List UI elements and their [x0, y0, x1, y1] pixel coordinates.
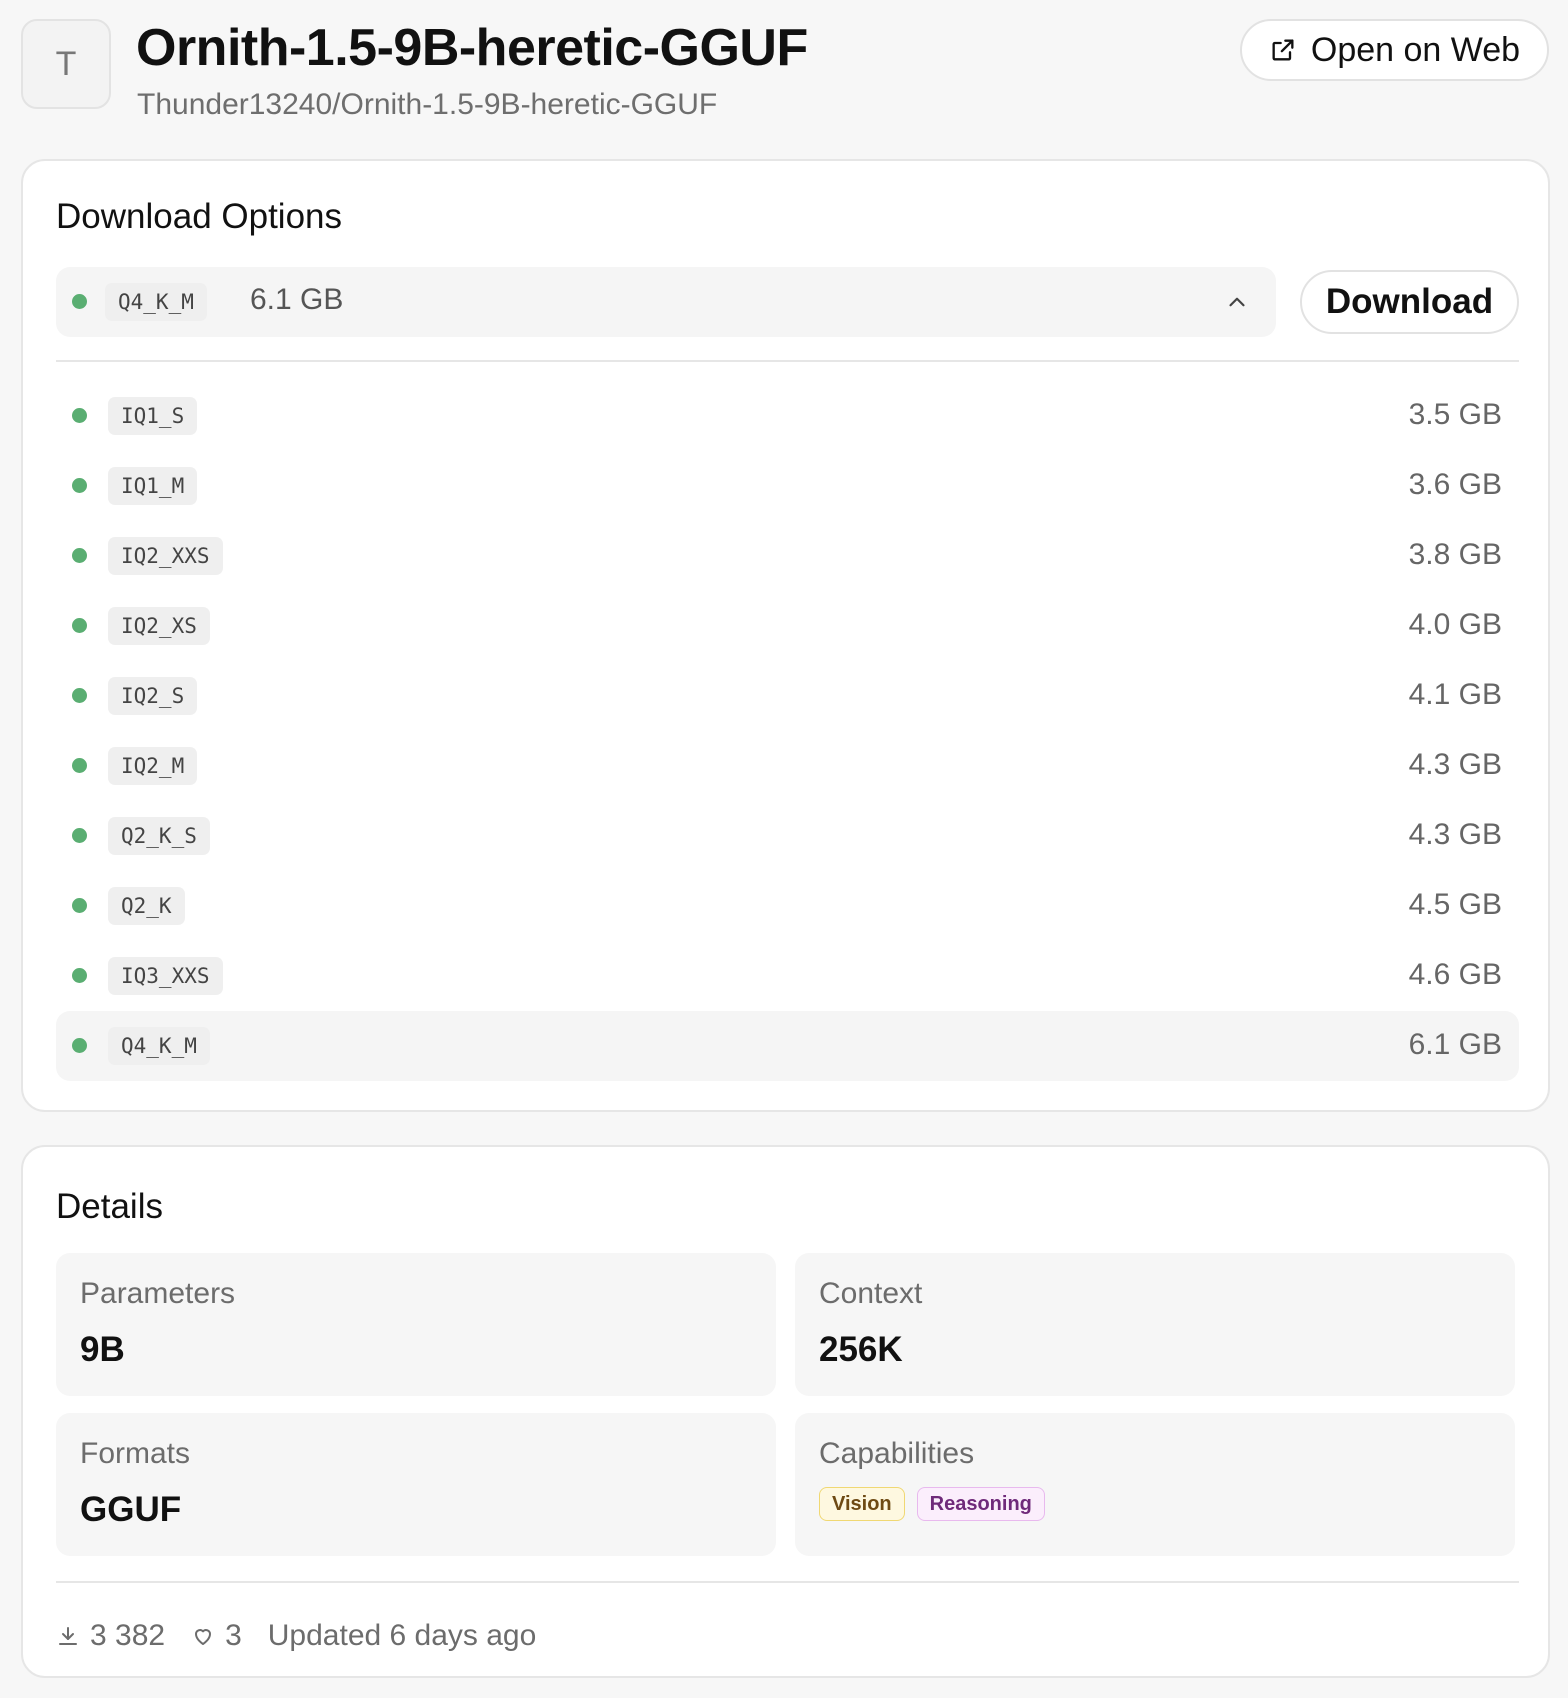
status-dot	[72, 618, 87, 633]
parameters-label: Parameters	[80, 1277, 236, 1310]
status-dot	[72, 1038, 87, 1053]
model-avatar: T	[21, 19, 111, 109]
quant-option[interactable]: IQ2_XXS 3.8 GB	[56, 521, 1519, 591]
download-count: 3 382	[90, 1619, 166, 1652]
quant-option[interactable]: IQ1_M 3.6 GB	[56, 451, 1519, 521]
status-dot	[72, 548, 87, 563]
divider	[56, 1581, 1519, 1583]
capabilities-label: Capabilities	[819, 1437, 975, 1470]
page-title: Ornith-1.5-9B-heretic-GGUF	[136, 19, 808, 77]
status-dot	[72, 758, 87, 773]
quant-tag: IQ2_M	[108, 747, 198, 785]
quant-option-selected[interactable]: Q4_K_M 6.1 GB	[56, 1011, 1519, 1081]
quant-option[interactable]: IQ2_XS 4.0 GB	[56, 591, 1519, 661]
reasoning-badge: Reasoning	[916, 1487, 1045, 1521]
formats-box: Formats GGUF	[56, 1413, 776, 1556]
stats-footer: 3 382 3 Updated 6 days ago	[56, 1619, 536, 1653]
quant-tag: Q2_K	[108, 887, 185, 925]
capabilities-box: Capabilities Vision Reasoning	[795, 1413, 1515, 1556]
download-icon	[59, 1627, 77, 1645]
quant-size: 3.6 GB	[1408, 468, 1502, 501]
quant-size: 3.5 GB	[1408, 398, 1502, 431]
selected-quant-tag: Q4_K_M	[105, 283, 207, 321]
quant-option[interactable]: IQ2_M 4.3 GB	[56, 731, 1519, 801]
quant-option[interactable]: IQ3_XXS 4.6 GB	[56, 941, 1519, 1011]
status-dot	[72, 408, 87, 423]
parameters-value: 9B	[80, 1330, 125, 1369]
heart-icon	[195, 1629, 212, 1645]
selected-quant-size: 6.1 GB	[250, 283, 344, 316]
quant-options-list: IQ1_S 3.5 GB IQ1_M 3.6 GB IQ2_XXS 3.8 GB…	[56, 381, 1519, 1081]
quant-tag: IQ1_S	[108, 397, 198, 435]
quant-option[interactable]: Q2_K_S 4.3 GB	[56, 801, 1519, 871]
context-box: Context 256K	[795, 1253, 1515, 1396]
capability-badges: Vision Reasoning	[819, 1487, 1045, 1521]
status-dot	[72, 898, 87, 913]
quant-select[interactable]: Q4_K_M 6.1 GB	[56, 267, 1276, 337]
divider	[56, 360, 1519, 362]
details-card: Details Parameters 9B Context 256K Forma…	[21, 1145, 1550, 1678]
quant-size: 4.1 GB	[1408, 678, 1502, 711]
context-label: Context	[819, 1277, 923, 1310]
quant-option[interactable]: IQ2_S 4.1 GB	[56, 661, 1519, 731]
quant-tag: IQ2_XS	[108, 607, 210, 645]
details-title: Details	[56, 1187, 163, 1226]
quant-option[interactable]: Q2_K 4.5 GB	[56, 871, 1519, 941]
open-on-web-button[interactable]: Open on Web	[1240, 19, 1549, 81]
quant-tag: IQ2_XXS	[108, 537, 223, 575]
context-value: 256K	[819, 1330, 903, 1369]
download-options-card: Download Options Q4_K_M 6.1 GB Download …	[21, 159, 1550, 1112]
chevron-up-icon	[1229, 297, 1245, 307]
repo-path: Thunder13240/Ornith-1.5-9B-heretic-GGUF	[137, 88, 718, 121]
status-dot	[72, 478, 87, 493]
quant-size: 3.8 GB	[1408, 538, 1502, 571]
quant-size: 6.1 GB	[1408, 1028, 1502, 1061]
download-options-title: Download Options	[56, 197, 342, 236]
formats-value: GGUF	[80, 1490, 182, 1529]
quant-tag: Q2_K_S	[108, 817, 210, 855]
quant-size: 4.0 GB	[1408, 608, 1502, 641]
quant-tag: IQ3_XXS	[108, 957, 223, 995]
status-dot	[72, 968, 87, 983]
quant-size: 4.6 GB	[1408, 958, 1502, 991]
download-button[interactable]: Download	[1300, 270, 1519, 334]
quant-size: 4.3 GB	[1408, 818, 1502, 851]
parameters-box: Parameters 9B	[56, 1253, 776, 1396]
vision-badge: Vision	[819, 1487, 905, 1521]
open-on-web-label: Open on Web	[1310, 30, 1521, 69]
quant-tag: Q4_K_M	[108, 1027, 210, 1065]
quant-option[interactable]: IQ1_S 3.5 GB	[56, 381, 1519, 451]
quant-tag: IQ1_M	[108, 467, 198, 505]
quant-size: 4.3 GB	[1408, 748, 1502, 781]
status-dot	[72, 688, 87, 703]
quant-size: 4.5 GB	[1408, 888, 1502, 921]
formats-label: Formats	[80, 1437, 191, 1470]
updated-text: Updated 6 days ago	[267, 1619, 537, 1652]
external-link-icon	[1272, 39, 1294, 61]
quant-tag: IQ2_S	[108, 677, 198, 715]
like-count: 3	[225, 1619, 242, 1652]
status-dot	[72, 294, 87, 309]
status-dot	[72, 828, 87, 843]
